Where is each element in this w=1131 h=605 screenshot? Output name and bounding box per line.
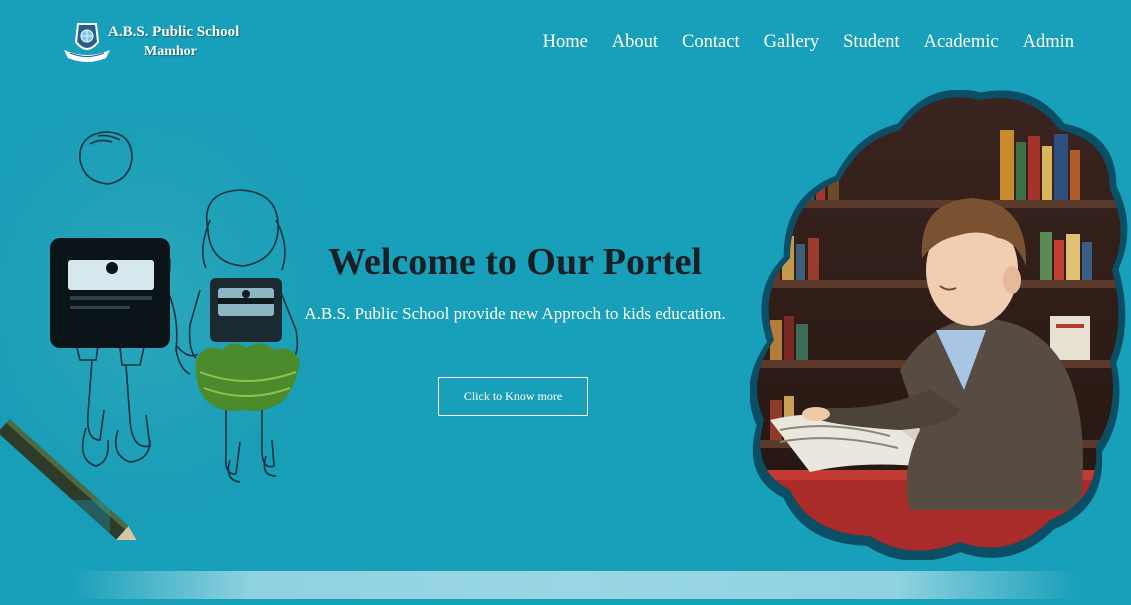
nav-student[interactable]: Student bbox=[843, 32, 900, 53]
know-more-button[interactable]: Click to Know more bbox=[438, 377, 588, 416]
main-nav: Home About Contact Gallery Student Acade… bbox=[543, 32, 1074, 53]
nav-gallery[interactable]: Gallery bbox=[764, 32, 819, 53]
hero-title: Welcome to Our Portel bbox=[328, 241, 702, 283]
school-logo[interactable]: A.B.S. Public School Mamhor bbox=[60, 20, 260, 68]
nav-home[interactable]: Home bbox=[543, 32, 588, 53]
school-location: Mamhor bbox=[144, 44, 197, 59]
hero-content: Welcome to Our Portel A.B.S. Public Scho… bbox=[300, 240, 730, 324]
nav-about[interactable]: About bbox=[612, 32, 658, 53]
nav-admin[interactable]: Admin bbox=[1023, 32, 1074, 53]
school-name: A.B.S. Public School bbox=[108, 24, 240, 40]
boy-reading-photo bbox=[750, 90, 1128, 560]
bottom-highlight-band bbox=[70, 571, 1080, 599]
nav-academic[interactable]: Academic bbox=[924, 32, 999, 53]
nav-contact[interactable]: Contact bbox=[682, 32, 740, 53]
hero-subtitle: A.B.S. Public School provide new Approch… bbox=[304, 304, 726, 323]
kids-sketch-illustration bbox=[0, 110, 370, 540]
